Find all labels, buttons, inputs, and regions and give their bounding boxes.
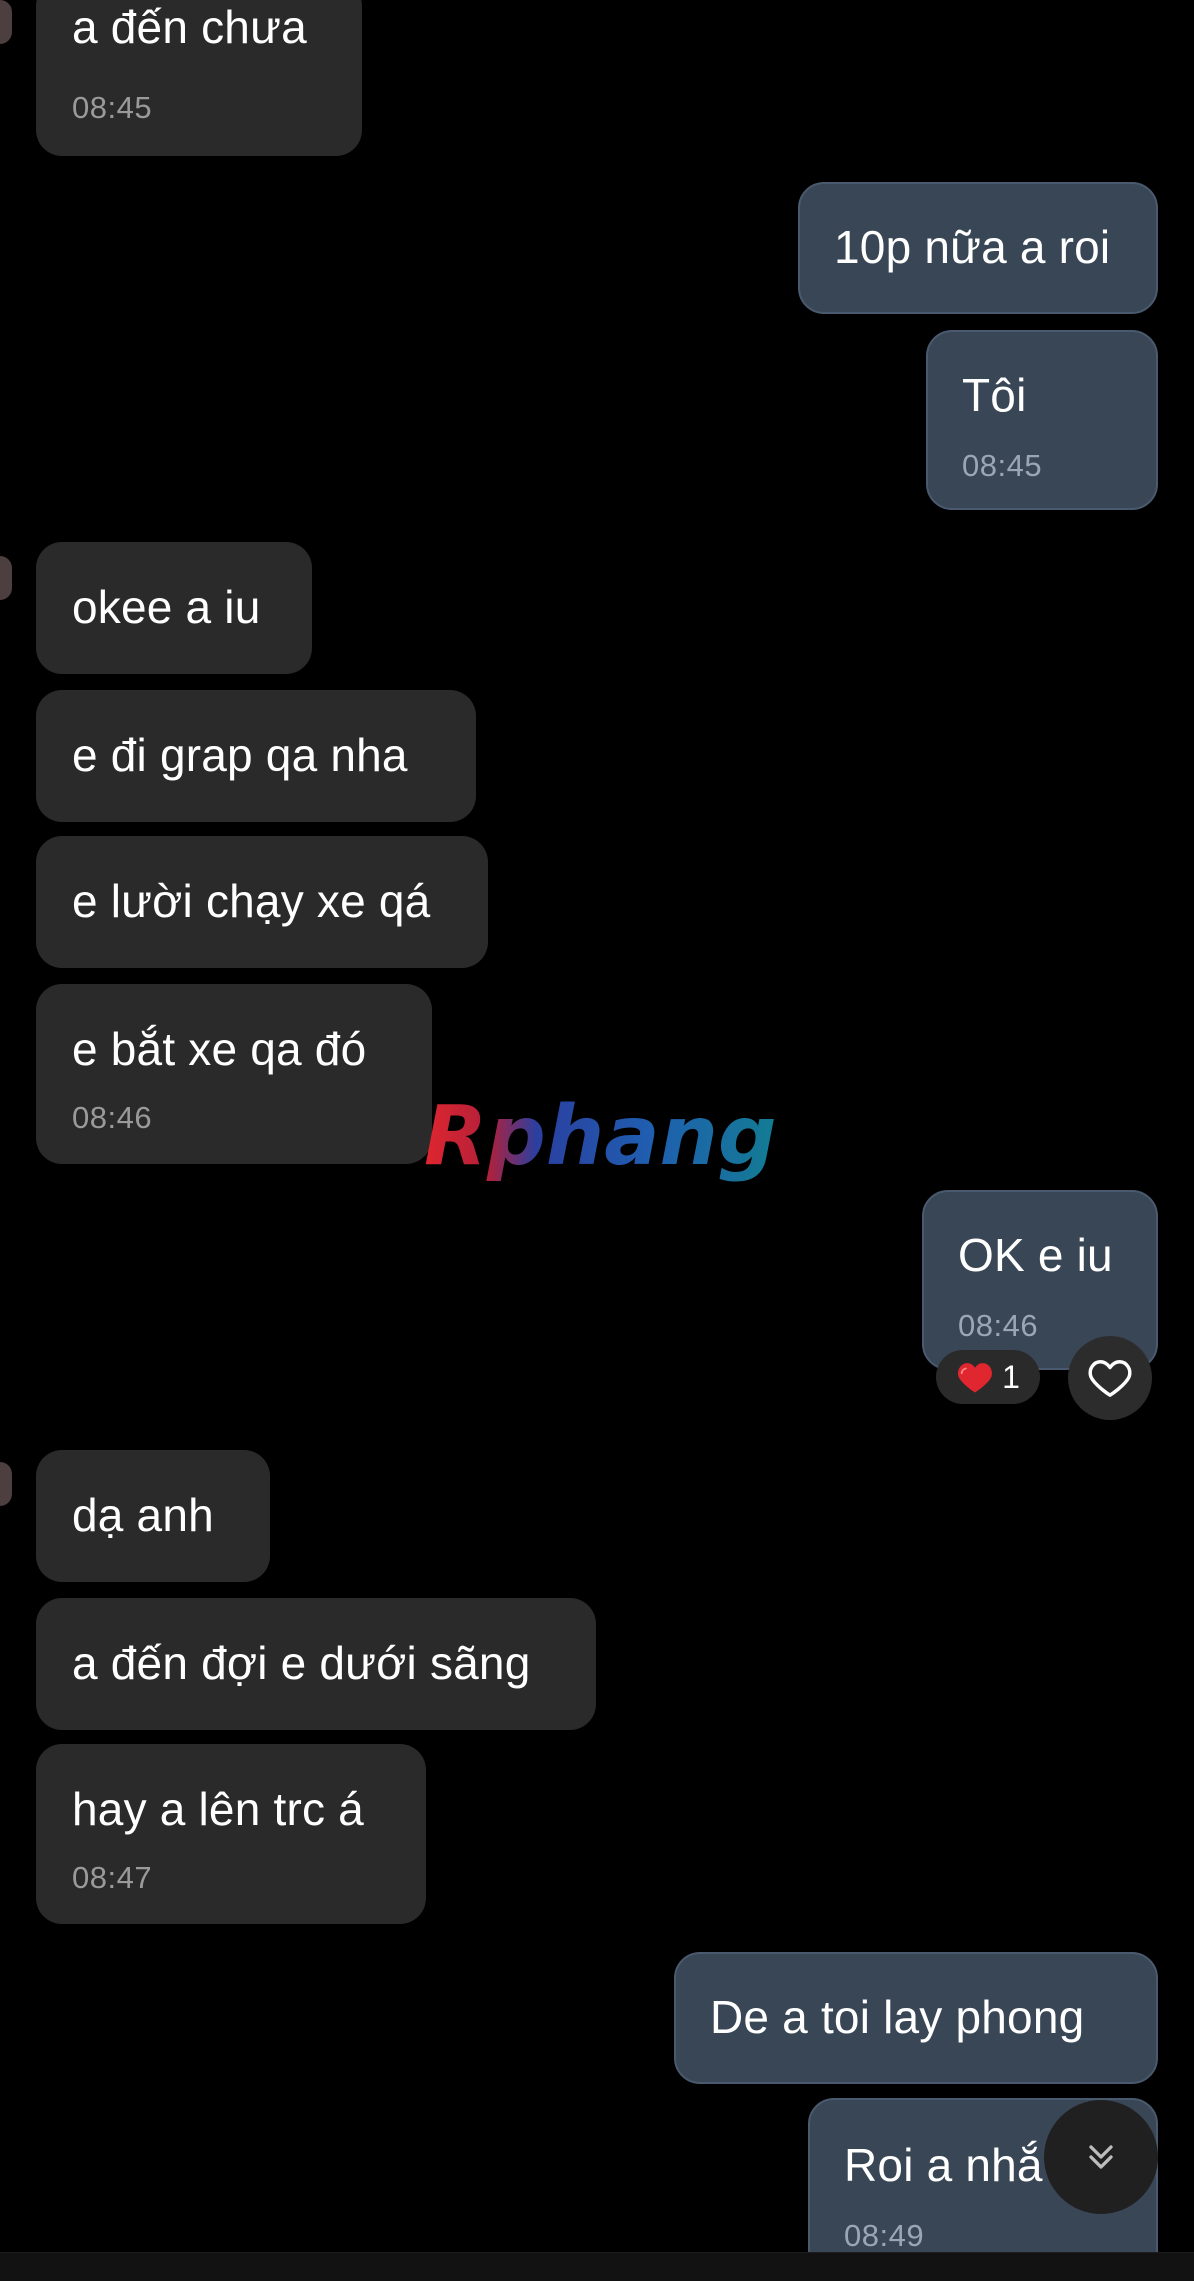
message-text: a đến đợi e dưới sãng	[72, 1637, 531, 1689]
message-text: a đến chưa	[72, 1, 307, 53]
message-bubble-incoming[interactable]: a đến đợi e dưới sãng	[36, 1598, 596, 1730]
watermark-logo: Rphang	[424, 1090, 777, 1184]
message-bubble-outgoing[interactable]: 10p nữa a roi	[798, 182, 1158, 314]
message-time: 08:49	[844, 2218, 925, 2253]
message-text: De a toi lay phong	[710, 1991, 1085, 2043]
avatar[interactable]	[0, 1462, 12, 1506]
message-bubble-incoming[interactable]: e lười chạy xe qá	[36, 836, 488, 968]
heart-outline-icon	[1088, 1360, 1132, 1397]
scroll-to-bottom-button[interactable]	[1044, 2100, 1158, 2214]
message-bubble-incoming[interactable]: a đến chưa 08:45	[36, 0, 362, 156]
message-text: hay a lên trc á	[72, 1783, 364, 1835]
heart-icon	[958, 1363, 993, 1393]
message-bubble-incoming[interactable]: e bắt xe qa đó 08:46	[36, 984, 432, 1164]
message-time: 08:45	[72, 90, 153, 125]
message-text: OK e iu	[958, 1229, 1113, 1281]
message-text: e đi grap qa nha	[72, 729, 408, 781]
message-bubble-incoming[interactable]: dạ anh	[36, 1450, 270, 1582]
reaction-badge[interactable]: 1	[936, 1350, 1040, 1404]
message-time: 08:47	[72, 1860, 153, 1895]
chevrons-down-icon	[1089, 2145, 1113, 2169]
watermark-text: Rphang	[424, 1090, 777, 1184]
message-time: 08:45	[962, 448, 1043, 483]
composer-bar-edge	[0, 2252, 1194, 2281]
reaction-count: 1	[1002, 1358, 1020, 1395]
message-text: okee a iu	[72, 581, 261, 633]
message-text: Tôi	[962, 369, 1027, 421]
message-time: 08:46	[72, 1100, 153, 1135]
message-bubble-outgoing[interactable]: Tôi 08:45	[926, 330, 1158, 510]
message-bubble-incoming[interactable]: okee a iu	[36, 542, 312, 674]
react-button[interactable]	[1068, 1336, 1152, 1420]
avatar[interactable]	[0, 0, 12, 44]
message-bubble-incoming[interactable]: e đi grap qa nha	[36, 690, 476, 822]
message-text: dạ anh	[72, 1489, 214, 1541]
message-text: 10p nữa a roi	[834, 221, 1111, 273]
avatar[interactable]	[0, 556, 12, 600]
message-text: e lười chạy xe qá	[72, 875, 431, 927]
message-bubble-outgoing[interactable]: De a toi lay phong	[674, 1952, 1158, 2084]
message-text: Roi a nhắ	[844, 2139, 1043, 2191]
message-time: 08:46	[958, 1308, 1039, 1343]
message-bubble-incoming[interactable]: hay a lên trc á 08:47	[36, 1744, 426, 1924]
message-text: e bắt xe qa đó	[72, 1023, 367, 1075]
